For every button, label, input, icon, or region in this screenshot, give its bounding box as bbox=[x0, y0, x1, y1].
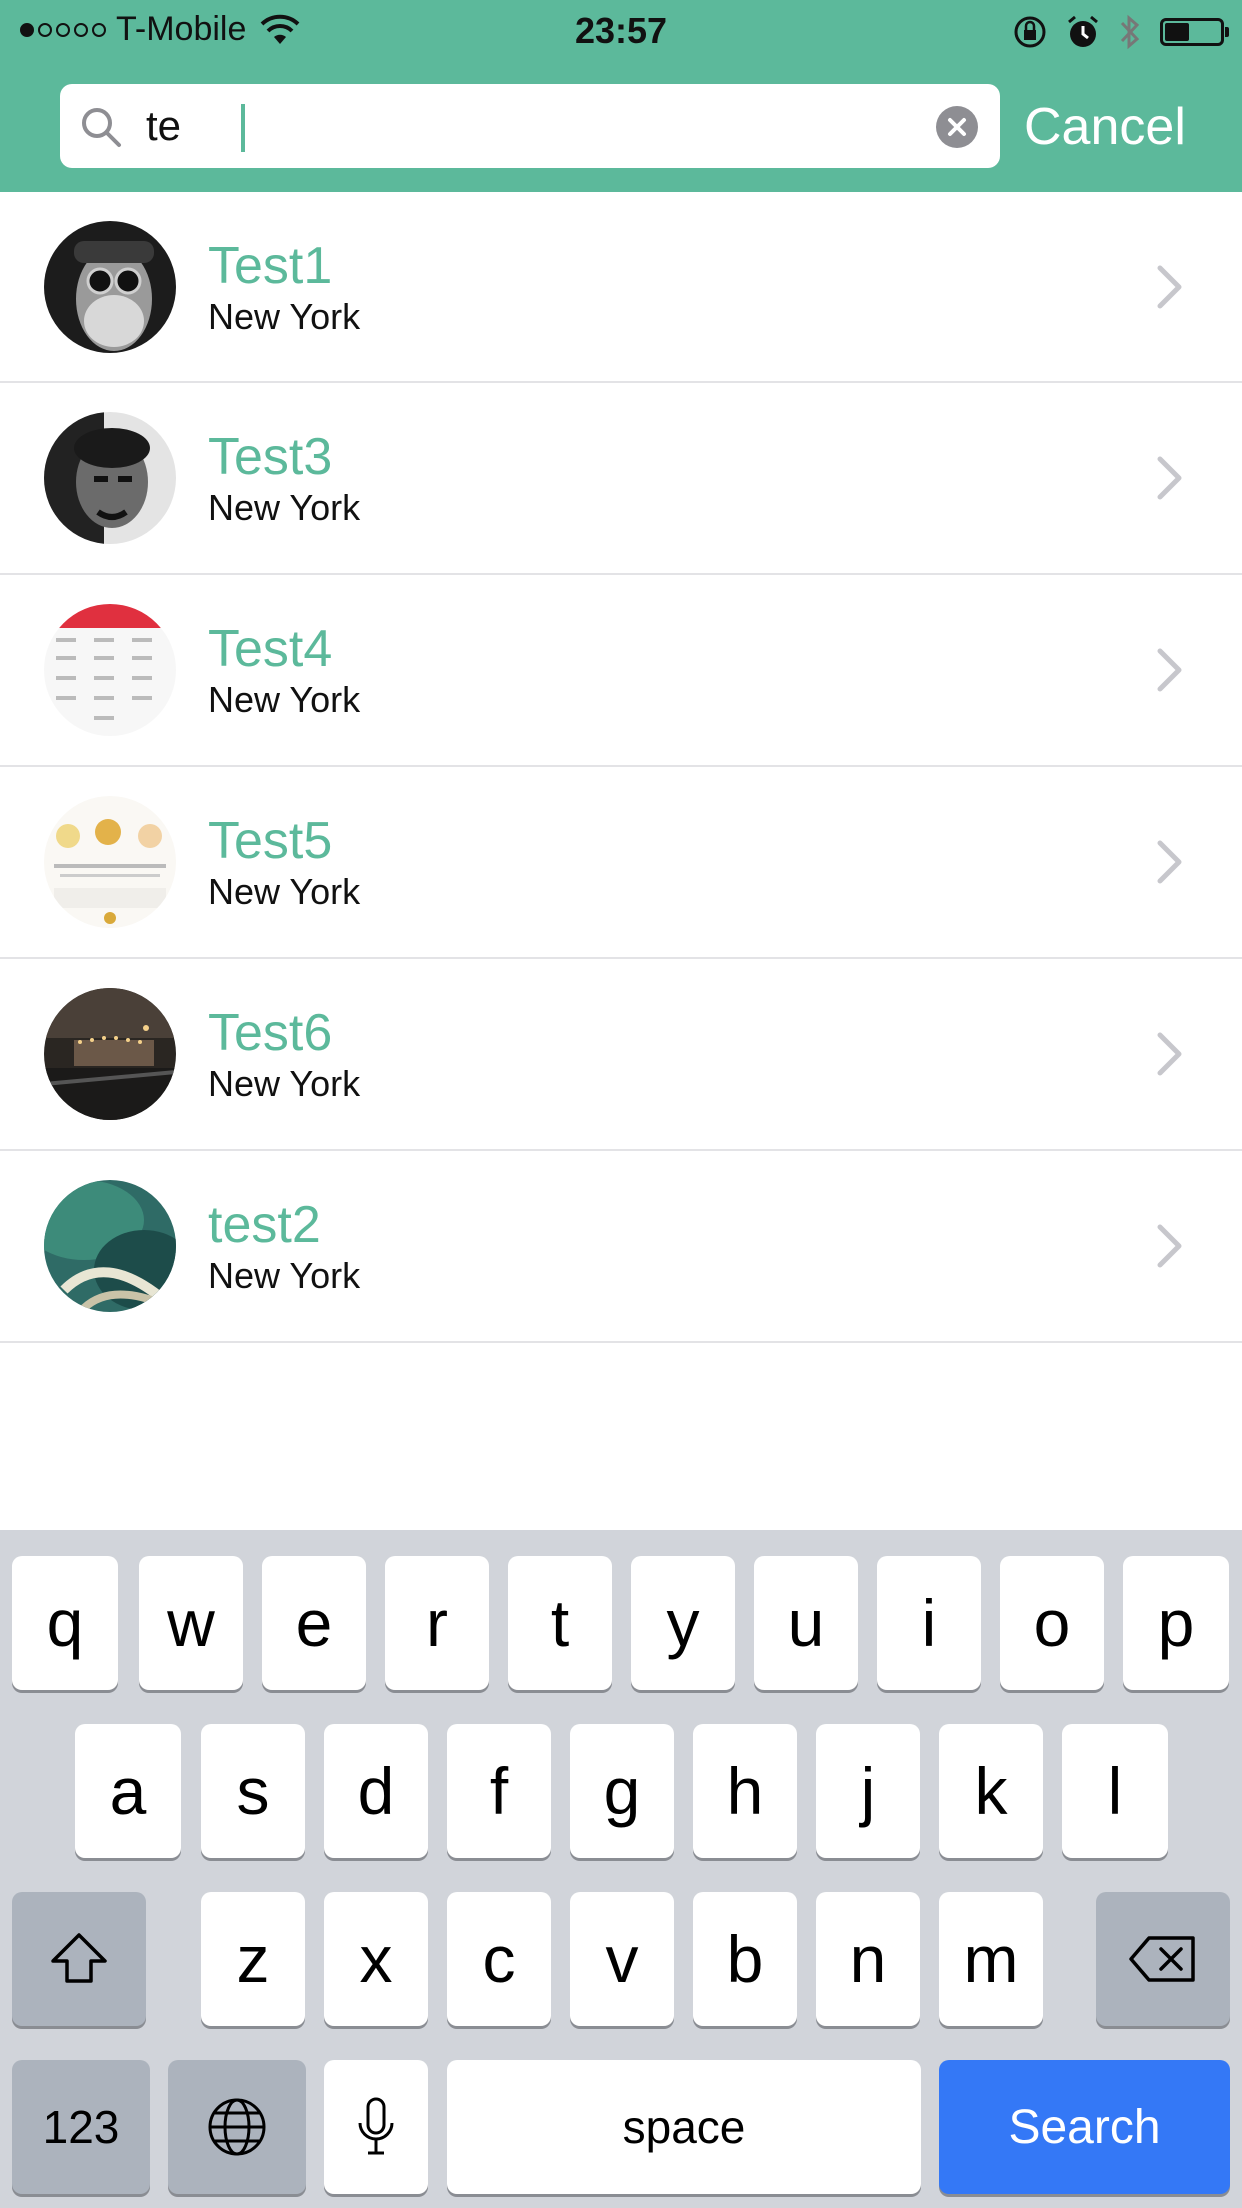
result-row[interactable]: Test3 New York bbox=[0, 383, 1242, 575]
result-location: New York bbox=[208, 487, 361, 528]
key-m[interactable]: m bbox=[939, 1892, 1043, 2026]
key-b[interactable]: b bbox=[693, 1892, 797, 2026]
avatar bbox=[44, 988, 176, 1120]
globe-key[interactable] bbox=[168, 2060, 306, 2194]
dictation-key[interactable] bbox=[324, 2060, 428, 2194]
search-key[interactable]: Search bbox=[939, 2060, 1230, 2194]
space-key[interactable]: space bbox=[447, 2060, 921, 2194]
avatar bbox=[44, 1180, 176, 1312]
key-k[interactable]: k bbox=[939, 1724, 1043, 1858]
result-row[interactable]: Test5 New York bbox=[0, 767, 1242, 959]
battery-icon bbox=[1160, 18, 1229, 46]
battery-level bbox=[1165, 23, 1189, 41]
avatar bbox=[44, 221, 176, 353]
key-j[interactable]: j bbox=[816, 1724, 920, 1858]
status-bar: T-Mobile 23:57 bbox=[0, 0, 1242, 62]
delete-key[interactable] bbox=[1096, 1892, 1230, 2026]
alarm-icon bbox=[1068, 15, 1098, 47]
clear-search-button[interactable] bbox=[936, 106, 978, 148]
key-f[interactable]: f bbox=[447, 1724, 551, 1858]
chevron-right-icon bbox=[1157, 456, 1182, 500]
result-location: New York bbox=[208, 679, 361, 720]
avatar-image bbox=[44, 412, 176, 544]
text-cursor bbox=[241, 104, 245, 152]
on-screen-keyboard: q w e r t y u i o p a s d f g h j k l z … bbox=[0, 1530, 1242, 2208]
result-location: New York bbox=[208, 871, 361, 912]
chevron-right-icon bbox=[1157, 648, 1182, 692]
shift-key[interactable] bbox=[12, 1892, 146, 2026]
numbers-key[interactable]: 123 bbox=[12, 2060, 150, 2194]
key-n[interactable]: n bbox=[816, 1892, 920, 2026]
avatar-image bbox=[44, 988, 176, 1120]
key-u[interactable]: u bbox=[754, 1556, 858, 1690]
key-e[interactable]: e bbox=[262, 1556, 366, 1690]
key-d[interactable]: d bbox=[324, 1724, 428, 1858]
chevron-right-icon bbox=[1157, 1032, 1182, 1076]
key-r[interactable]: r bbox=[385, 1556, 489, 1690]
status-right bbox=[1012, 12, 1229, 52]
avatar bbox=[44, 604, 176, 736]
key-v[interactable]: v bbox=[570, 1892, 674, 2026]
result-row[interactable]: test2 New York bbox=[0, 1151, 1242, 1343]
key-t[interactable]: t bbox=[508, 1556, 612, 1690]
result-name: Test4 bbox=[208, 620, 333, 678]
key-i[interactable]: i bbox=[877, 1556, 981, 1690]
key-x[interactable]: x bbox=[324, 1892, 428, 2026]
key-c[interactable]: c bbox=[447, 1892, 551, 2026]
result-row[interactable]: Test4 New York bbox=[0, 575, 1242, 767]
key-l[interactable]: l bbox=[1062, 1724, 1168, 1858]
globe-icon bbox=[208, 2098, 266, 2156]
key-s[interactable]: s bbox=[201, 1724, 305, 1858]
avatar bbox=[44, 796, 176, 928]
key-o[interactable]: o bbox=[1000, 1556, 1104, 1690]
key-z[interactable]: z bbox=[201, 1892, 305, 2026]
chevron-right-icon bbox=[1157, 1224, 1182, 1268]
microphone-icon bbox=[358, 2097, 394, 2155]
avatar bbox=[44, 412, 176, 544]
result-name: test2 bbox=[208, 1196, 321, 1254]
cancel-button[interactable]: Cancel bbox=[1024, 92, 1186, 162]
chevron-right-icon bbox=[1157, 265, 1182, 309]
key-a[interactable]: a bbox=[75, 1724, 181, 1858]
key-y[interactable]: y bbox=[631, 1556, 735, 1690]
orientation-lock-icon bbox=[1014, 16, 1046, 48]
backspace-icon bbox=[1129, 1936, 1195, 1982]
avatar-image bbox=[44, 221, 176, 353]
result-name: Test3 bbox=[208, 428, 333, 486]
search-bar[interactable] bbox=[60, 84, 1000, 168]
result-location: New York bbox=[208, 296, 361, 337]
key-p[interactable]: p bbox=[1123, 1556, 1229, 1690]
result-location: New York bbox=[208, 1063, 361, 1104]
shift-icon bbox=[51, 1933, 107, 1983]
key-w[interactable]: w bbox=[139, 1556, 243, 1690]
avatar-image bbox=[44, 796, 176, 928]
result-row[interactable]: Test1 New York bbox=[0, 192, 1242, 383]
key-h[interactable]: h bbox=[693, 1724, 797, 1858]
result-location: New York bbox=[208, 1255, 361, 1296]
chevron-right-icon bbox=[1157, 840, 1182, 884]
key-g[interactable]: g bbox=[570, 1724, 674, 1858]
close-icon bbox=[948, 118, 966, 136]
search-results-list: Test1 New York Test3 New York Test4 New … bbox=[0, 192, 1242, 1343]
avatar-image bbox=[44, 1180, 176, 1312]
navigation-header: T-Mobile 23:57 te Cancel bbox=[0, 0, 1242, 192]
bluetooth-icon bbox=[1120, 14, 1140, 50]
result-row[interactable]: Test6 New York bbox=[0, 959, 1242, 1151]
search-icon bbox=[82, 108, 121, 147]
result-name: Test6 bbox=[208, 1004, 333, 1062]
key-q[interactable]: q bbox=[12, 1556, 118, 1690]
result-name: Test5 bbox=[208, 812, 333, 870]
search-input[interactable] bbox=[146, 84, 926, 168]
result-name: Test1 bbox=[208, 237, 333, 295]
avatar-image bbox=[44, 604, 176, 736]
